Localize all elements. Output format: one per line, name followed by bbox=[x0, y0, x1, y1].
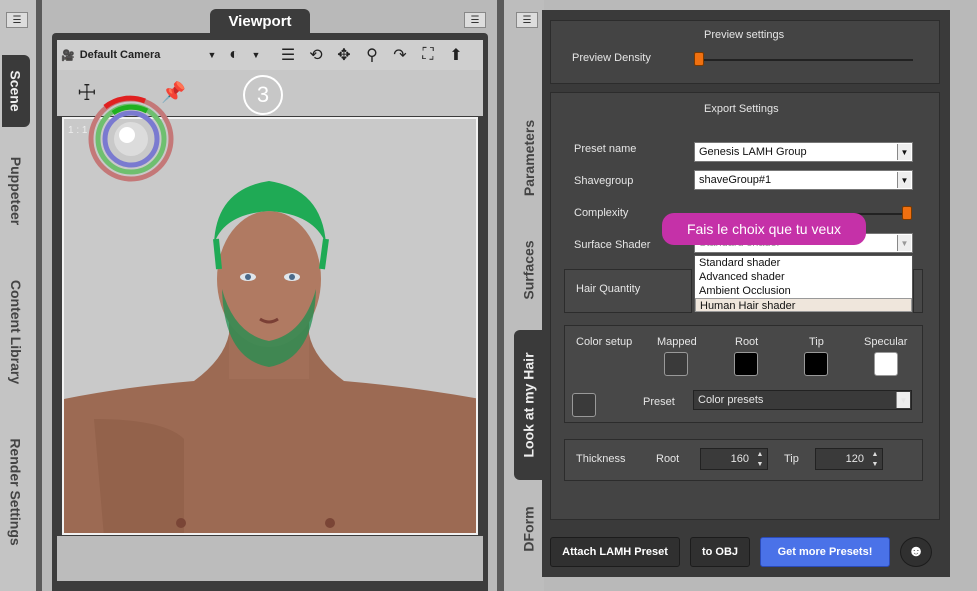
annotation-tooltip-text: Fais le choix que tu veux bbox=[686, 221, 842, 237]
tip-color-swatch[interactable] bbox=[804, 352, 828, 376]
left-divider[interactable] bbox=[36, 0, 42, 591]
tab-puppeteer-label: Puppeteer bbox=[8, 156, 24, 226]
shavegroup-value: shaveGroup#1 bbox=[699, 174, 772, 186]
chevron-down-icon[interactable]: ▼ bbox=[207, 44, 217, 66]
shavegroup-select[interactable]: shaveGroup#1 ▼ bbox=[694, 170, 913, 190]
hair-quantity-label: Hair Quantity bbox=[576, 283, 641, 295]
tab-content-library-label: Content Library bbox=[8, 279, 25, 385]
annotation-tooltip: Fais le choix que tu veux bbox=[662, 213, 866, 245]
step-number-badge: 3 bbox=[243, 75, 283, 115]
camera-icon: 🎥 bbox=[61, 49, 75, 62]
chevron-down-icon[interactable]: ▼ bbox=[897, 144, 911, 160]
tab-content-library[interactable]: Content Library bbox=[2, 262, 30, 402]
chevron-down-icon[interactable]: ▼ bbox=[897, 172, 911, 188]
aim-icon[interactable]: ⬆ bbox=[445, 44, 467, 66]
chevron-down-icon[interactable]: ▼ bbox=[897, 235, 911, 251]
complexity-knob[interactable] bbox=[902, 206, 912, 220]
tab-dform[interactable]: DForm bbox=[514, 495, 544, 563]
lamh-logo-icon[interactable]: ☻ bbox=[900, 537, 932, 567]
root-color-label: Root bbox=[735, 336, 759, 348]
rotate-icon[interactable]: ↷ bbox=[389, 44, 411, 66]
tab-puppeteer[interactable]: Puppeteer bbox=[2, 140, 30, 242]
tab-surfaces-label: Surfaces bbox=[521, 240, 537, 300]
shader-option-human-hair[interactable]: Human Hair shader bbox=[695, 298, 912, 312]
draw-style-icon[interactable]: ◐ bbox=[223, 44, 245, 66]
spin-down-icon[interactable]: ▼ bbox=[869, 460, 881, 469]
shader-option-advanced[interactable]: Advanced shader bbox=[695, 270, 912, 284]
preset-name-value: Genesis LAMH Group bbox=[699, 146, 807, 158]
thickness-tip-input[interactable]: 120 ▲ ▼ bbox=[815, 448, 883, 470]
right-pane-menu-icon[interactable]: ☰ bbox=[516, 12, 538, 28]
tab-scene-label: Scene bbox=[8, 70, 24, 112]
tab-parameters[interactable]: Parameters bbox=[514, 105, 544, 210]
specular-color-label: Specular bbox=[864, 336, 908, 348]
preset-name-select[interactable]: Genesis LAMH Group ▼ bbox=[694, 142, 913, 162]
camera-gizmo[interactable] bbox=[87, 95, 175, 183]
chevron-down-icon[interactable]: ▼ bbox=[896, 392, 910, 408]
orbit-icon[interactable]: ⟲ bbox=[305, 44, 327, 66]
mapped-swatch[interactable] bbox=[664, 352, 688, 376]
tab-render-settings[interactable]: Render Settings bbox=[2, 422, 30, 562]
color-preset-label: Preset bbox=[643, 396, 675, 408]
tip-color-label: Tip bbox=[809, 336, 824, 348]
tab-dform-label: DForm bbox=[521, 506, 537, 552]
preview-density-knob[interactable] bbox=[694, 52, 704, 66]
tab-render-settings-label: Render Settings bbox=[8, 438, 25, 546]
get-more-presets-button[interactable]: Get more Presets! bbox=[760, 537, 890, 567]
shader-option-standard[interactable]: Standard shader bbox=[695, 256, 912, 270]
middle-divider[interactable] bbox=[497, 0, 504, 591]
camera-selector[interactable]: 🎥 Default Camera bbox=[61, 49, 201, 62]
attach-lamh-preset-label: Attach LAMH Preset bbox=[562, 546, 668, 558]
thickness-root-value: 160 bbox=[730, 453, 749, 465]
color-preset-value: Color presets bbox=[698, 394, 764, 406]
viewport-bottom-bar bbox=[57, 536, 483, 581]
preview-density-track[interactable] bbox=[697, 59, 913, 61]
to-obj-label: to OBJ bbox=[701, 546, 739, 558]
viewport-tab-label: Viewport bbox=[228, 12, 292, 30]
spin-down-icon[interactable]: ▼ bbox=[754, 460, 766, 469]
thickness-tip-label: Tip bbox=[784, 453, 799, 465]
color-preset-toggle[interactable] bbox=[572, 393, 596, 417]
menu-lines-icon[interactable]: ☰ bbox=[277, 44, 299, 66]
spin-up-icon[interactable]: ▲ bbox=[869, 450, 881, 459]
get-more-presets-label: Get more Presets! bbox=[777, 546, 873, 558]
tab-parameters-label: Parameters bbox=[521, 119, 537, 196]
tab-scene[interactable]: Scene bbox=[2, 55, 30, 127]
thickness-tip-value: 120 bbox=[845, 453, 864, 465]
root-color-swatch[interactable] bbox=[734, 352, 758, 376]
viewport-pane-menu-icon[interactable]: ☰ bbox=[464, 12, 486, 28]
specular-color-swatch[interactable] bbox=[874, 352, 898, 376]
thickness-root-input[interactable]: 160 ▲ ▼ bbox=[700, 448, 768, 470]
tab-look-at-my-hair-label: Look at my Hair bbox=[521, 352, 537, 458]
complexity-label: Complexity bbox=[574, 207, 629, 219]
mapped-label: Mapped bbox=[657, 336, 697, 348]
color-preset-select[interactable]: Color presets ▼ bbox=[693, 390, 912, 410]
tab-viewport[interactable]: Viewport bbox=[210, 9, 310, 33]
thickness-label: Thickness bbox=[576, 453, 626, 465]
preview-settings-title: Preview settings bbox=[704, 29, 785, 41]
color-setup-label: Color setup bbox=[576, 336, 633, 348]
surface-shader-label: Surface Shader bbox=[574, 239, 651, 251]
surface-shader-dropdown[interactable]: Standard shader Advanced shader Ambient … bbox=[694, 255, 913, 312]
preview-density-label: Preview Density bbox=[572, 52, 651, 64]
viewport-toolbar: 🎥 Default Camera ▼ ◐ ▼ ☰ ⟲ ✥ ⚲ ↷ ⛶ ⬆ bbox=[57, 40, 483, 70]
to-obj-button[interactable]: to OBJ bbox=[690, 537, 750, 567]
zoom-icon[interactable]: ⚲ bbox=[361, 44, 383, 66]
step-number: 3 bbox=[256, 82, 270, 107]
shader-option-ambient-occlusion[interactable]: Ambient Occlusion bbox=[695, 284, 912, 298]
camera-label: Default Camera bbox=[79, 49, 161, 61]
spin-up-icon[interactable]: ▲ bbox=[754, 450, 766, 459]
frame-icon[interactable]: ⛶ bbox=[417, 44, 439, 66]
preset-name-label: Preset name bbox=[574, 143, 637, 155]
thickness-root-label: Root bbox=[656, 453, 680, 465]
pan-icon[interactable]: ✥ bbox=[333, 44, 355, 66]
tab-surfaces[interactable]: Surfaces bbox=[514, 225, 544, 315]
chevron-down-icon[interactable]: ▼ bbox=[251, 44, 261, 66]
shavegroup-label: Shavegroup bbox=[574, 175, 634, 187]
export-settings-title: Export Settings bbox=[704, 103, 779, 115]
attach-lamh-preset-button[interactable]: Attach LAMH Preset bbox=[550, 537, 680, 567]
tab-look-at-my-hair[interactable]: Look at my Hair bbox=[514, 330, 544, 480]
pane-menu-icon[interactable]: ☰ bbox=[6, 12, 28, 28]
hair-quantity-group-edge bbox=[913, 269, 923, 313]
